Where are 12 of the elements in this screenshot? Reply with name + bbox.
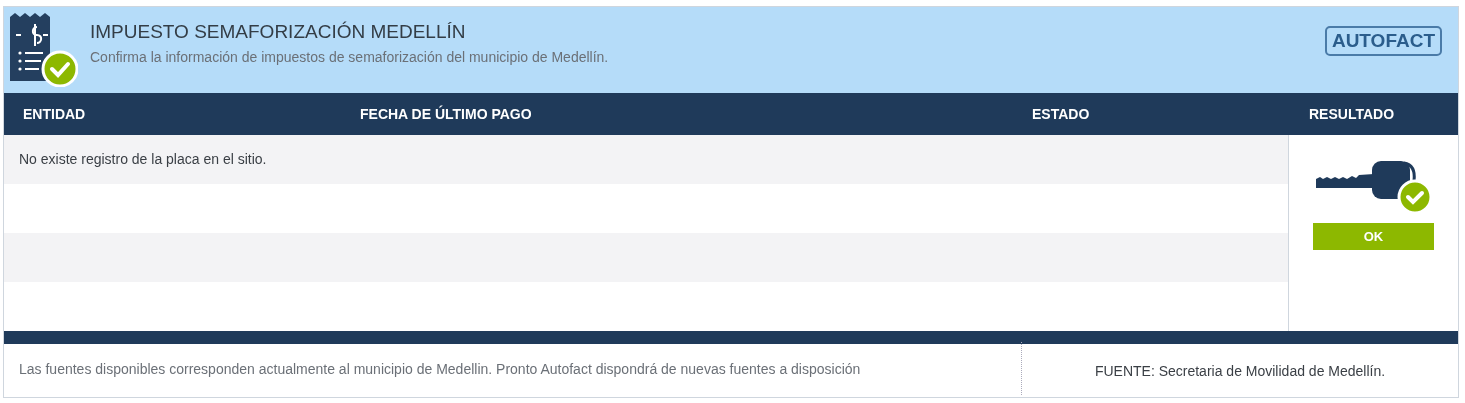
column-header: RESULTADO [1308, 106, 1396, 122]
column-header: FECHA DE ÚLTIMO PAGO [359, 106, 533, 122]
brand-logo: AUTOFACT [1324, 26, 1442, 56]
receipt-check-icon [8, 13, 78, 87]
table-message: No existe registro de la placa en el sitio. [18, 150, 268, 169]
result-status: OK [1313, 223, 1434, 250]
card-subtitle: Confirma la información de impuestos de semaforización del municipio de Medellín. [90, 49, 610, 65]
footer-note: Las fuentes disponibles corresponden actualmente al municipio de Medellin. Pronto Autofact dispondrá de nuevas fuentes a disposición [4, 342, 1022, 395]
source-label: FUENTE: Secretaria de Movilidad de Medellín. [1093, 362, 1387, 379]
card-title: IMPUESTO SEMAFORIZACIÓN MEDELLÍN [90, 21, 467, 43]
column-header: ESTADO [1031, 106, 1091, 122]
column-header: ENTIDAD [22, 106, 87, 122]
